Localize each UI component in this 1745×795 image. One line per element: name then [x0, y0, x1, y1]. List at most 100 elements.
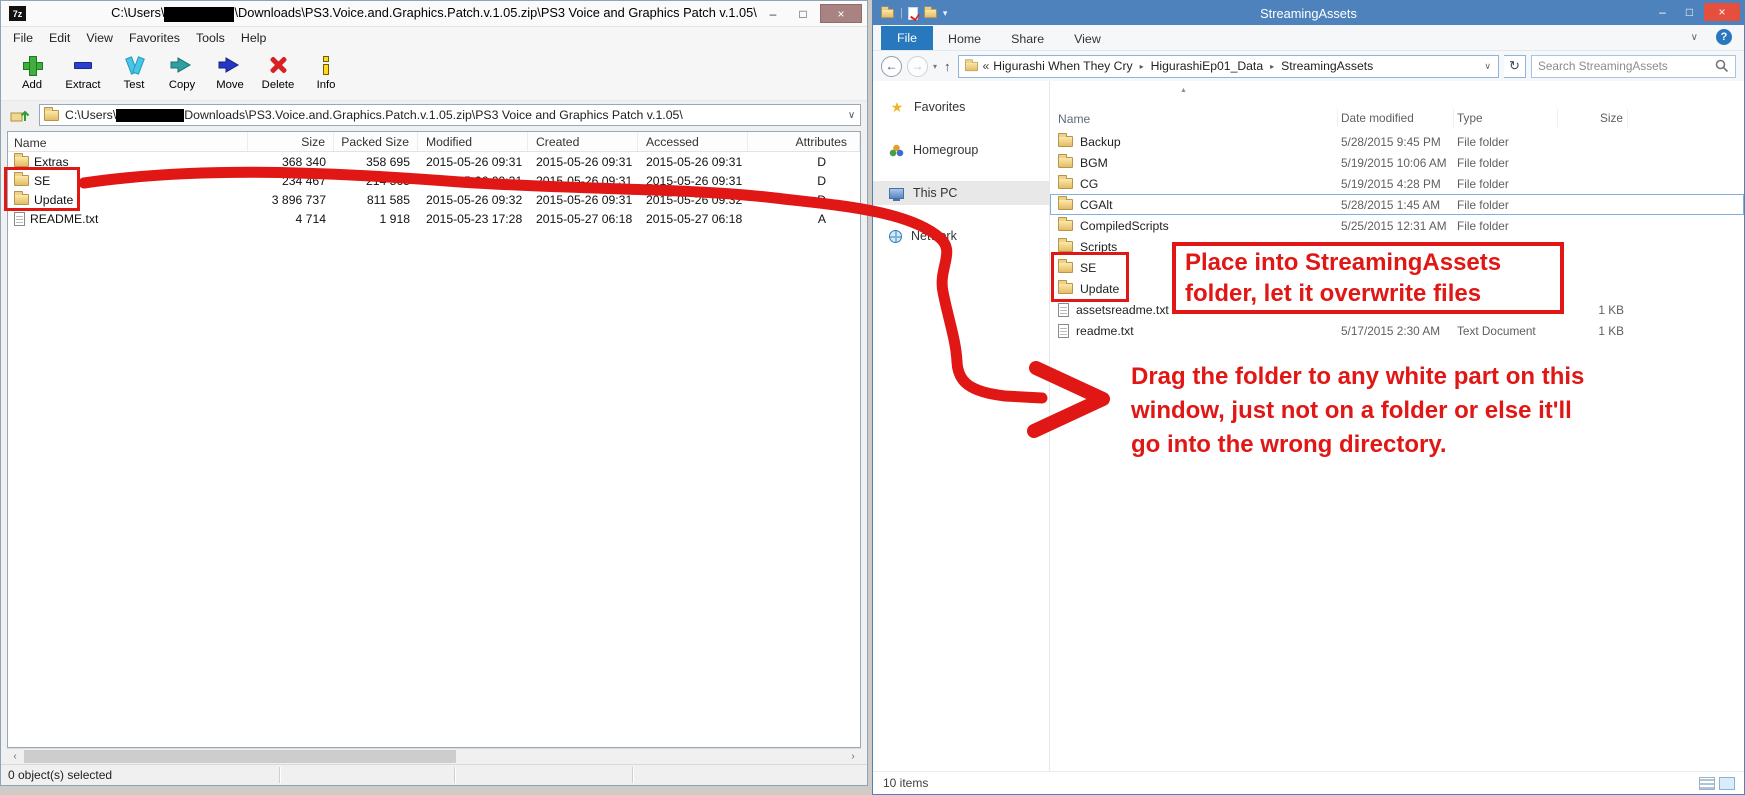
move-button[interactable]: Move: [207, 52, 253, 91]
sidebar-item-favorites[interactable]: ★ Favorites: [873, 95, 1049, 119]
row-date: 5/28/2015 9:45 PM: [1338, 135, 1454, 149]
row-created: 2015-05-26 09:31: [528, 174, 638, 188]
column-header-name[interactable]: Name: [1050, 109, 1338, 127]
recent-locations-caret[interactable]: ▾: [933, 62, 937, 71]
maximize-button[interactable]: □: [1677, 3, 1702, 21]
search-input[interactable]: [1538, 59, 1711, 73]
new-folder-icon[interactable]: [924, 8, 937, 17]
extract-button[interactable]: Extract: [57, 52, 109, 91]
up-button[interactable]: ↑: [942, 59, 953, 74]
column-header-packed-size[interactable]: Packed Size: [334, 132, 418, 151]
menu-help[interactable]: Help: [233, 29, 274, 47]
copy-button[interactable]: Copy: [159, 52, 205, 91]
table-row-update[interactable]: Update 3 896 737 811 585 2015-05-26 09:3…: [8, 190, 860, 209]
properties-doc-icon[interactable]: [908, 7, 918, 20]
sevenzip-menubar: File Edit View Favorites Tools Help: [1, 27, 867, 49]
breadcrumb-item-3[interactable]: StreamingAssets: [1281, 59, 1373, 73]
folder-icon: [44, 110, 59, 121]
address-dropdown-caret[interactable]: ∨: [843, 110, 860, 121]
row-type: File folder: [1454, 177, 1558, 191]
column-header-accessed[interactable]: Accessed: [638, 132, 748, 151]
row-name: CompiledScripts: [1080, 219, 1169, 233]
menu-favorites[interactable]: Favorites: [121, 29, 188, 47]
list-item-cg[interactable]: CG 5/19/2015 4:28 PM File folder: [1050, 173, 1744, 194]
sidebar-item-homegroup[interactable]: Homegroup: [873, 138, 1049, 162]
test-button[interactable]: Test: [111, 52, 157, 91]
row-type: File folder: [1454, 135, 1558, 149]
tab-home[interactable]: Home: [933, 28, 996, 50]
list-empty-area[interactable]: [8, 228, 860, 747]
table-row-extras[interactable]: Extras 368 340 358 695 2015-05-26 09:31 …: [8, 152, 860, 171]
ribbon-collapse-icon[interactable]: ∨: [1691, 32, 1698, 43]
column-header-type[interactable]: Type: [1454, 109, 1558, 127]
help-icon[interactable]: ?: [1716, 29, 1732, 45]
menu-file[interactable]: File: [5, 29, 41, 47]
info-label: Info: [317, 79, 336, 91]
breadcrumb-item-2[interactable]: HigurashiEp01_Data: [1151, 59, 1263, 73]
table-row-se[interactable]: SE 234 467 214 565 2015-05-26 09:31 2015…: [8, 171, 860, 190]
column-header-size[interactable]: Size: [248, 132, 334, 151]
forward-button[interactable]: →: [907, 56, 928, 77]
folder-icon: [1058, 199, 1073, 210]
breadcrumb-item-1[interactable]: Higurashi When They Cry: [993, 59, 1132, 73]
column-header-modified[interactable]: Modified: [418, 132, 528, 151]
list-item-compiledscripts[interactable]: CompiledScripts 5/25/2015 12:31 AM File …: [1050, 215, 1744, 236]
column-header-attributes[interactable]: Attributes: [748, 132, 860, 151]
minimize-button[interactable]: –: [760, 4, 786, 23]
delete-icon: [269, 56, 287, 74]
list-item-cgalt[interactable]: CGAlt 5/28/2015 1:45 AM File folder: [1050, 194, 1744, 215]
horizontal-scrollbar[interactable]: ‹ ›: [7, 748, 861, 764]
delete-button[interactable]: Delete: [255, 52, 301, 91]
menu-tools[interactable]: Tools: [188, 29, 233, 47]
maximize-button[interactable]: □: [790, 4, 816, 23]
qat-customize-caret[interactable]: ▾: [943, 8, 948, 19]
folder-icon: [14, 194, 29, 205]
details-view-icon[interactable]: [1699, 777, 1715, 790]
table-row-readme[interactable]: README.txt 4 714 1 918 2015-05-23 17:28 …: [8, 209, 860, 228]
row-date: 5/28/2015 1:45 AM: [1338, 198, 1454, 212]
scrollbar-thumb[interactable]: [24, 750, 456, 763]
breadcrumb-overflow[interactable]: «: [983, 59, 990, 73]
folder-icon[interactable]: [881, 8, 894, 17]
info-button[interactable]: Info: [303, 52, 349, 91]
scroll-right-arrow[interactable]: ›: [845, 749, 861, 764]
tab-view[interactable]: View: [1059, 28, 1116, 50]
sidebar-item-network[interactable]: Network: [873, 224, 1049, 248]
chevron-right-icon[interactable]: ▸: [1137, 62, 1147, 71]
back-button[interactable]: ←: [881, 56, 902, 77]
search-box[interactable]: [1531, 55, 1736, 78]
sidebar-item-this-pc[interactable]: This PC: [873, 181, 1049, 205]
address-combobox[interactable]: C:\Users\Downloads\PS3.Voice.and.Graphic…: [39, 104, 861, 126]
list-item-backup[interactable]: Backup 5/28/2015 9:45 PM File folder: [1050, 131, 1744, 152]
menu-view[interactable]: View: [78, 29, 121, 47]
column-header-name[interactable]: Name: [8, 132, 248, 151]
tab-share[interactable]: Share: [996, 28, 1059, 50]
scrollbar-track[interactable]: [23, 749, 845, 764]
thumbnail-view-icon[interactable]: [1719, 777, 1735, 790]
extract-icon: [74, 62, 92, 69]
column-header-created[interactable]: Created: [528, 132, 638, 151]
address-history-caret[interactable]: ∨: [1484, 61, 1493, 72]
folder-icon: [1058, 262, 1073, 273]
tab-file[interactable]: File: [881, 26, 933, 50]
parent-folder-button[interactable]: [7, 104, 33, 126]
breadcrumb[interactable]: « Higurashi When They Cry ▸ HigurashiEp0…: [958, 55, 1499, 78]
refresh-button[interactable]: ↻: [1504, 55, 1526, 78]
redacted-username: [116, 109, 184, 122]
list-item-readme[interactable]: readme.txt 5/17/2015 2:30 AM Text Docume…: [1050, 320, 1744, 341]
column-header-size[interactable]: Size: [1558, 109, 1628, 127]
minimize-button[interactable]: –: [1650, 3, 1675, 21]
chevron-right-icon[interactable]: ▸: [1267, 62, 1277, 71]
scroll-left-arrow[interactable]: ‹: [7, 749, 23, 764]
close-button[interactable]: ×: [1704, 3, 1740, 21]
close-button[interactable]: ×: [820, 4, 862, 23]
row-packed: 1 918: [334, 212, 418, 226]
column-header-date-modified[interactable]: Date modified: [1338, 109, 1454, 127]
list-item-bgm[interactable]: BGM 5/19/2015 10:06 AM File folder: [1050, 152, 1744, 173]
menu-edit[interactable]: Edit: [41, 29, 78, 47]
sidebar-item-label: Favorites: [914, 100, 965, 114]
add-button[interactable]: Add: [9, 52, 55, 91]
test-icon: [124, 56, 144, 74]
folder-icon: [14, 156, 29, 167]
move-label: Move: [216, 79, 244, 91]
